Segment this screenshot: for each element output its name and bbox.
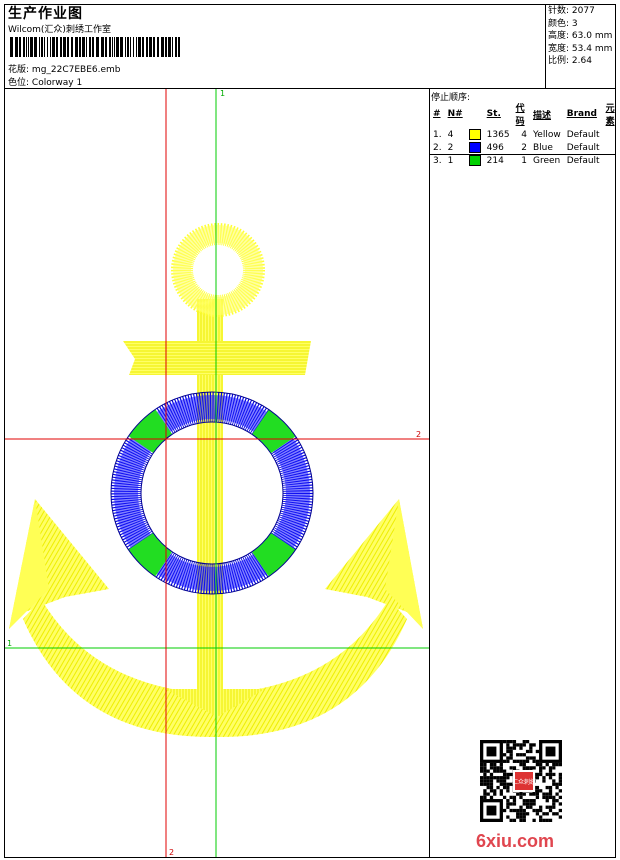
table-row: 2. 2 496 2 Blue Default: [433, 142, 600, 153]
colorway-value: Colorway 1: [31, 78, 83, 88]
color-swatch: [468, 155, 481, 166]
design-file: mg_22C7EBE6.emb: [31, 65, 121, 75]
col-code: 代码: [515, 104, 525, 127]
stat-height: 高度: 63.0 mm: [548, 31, 613, 42]
col-brand: Brand: [566, 109, 597, 119]
stats-panel: 针数: 2077 颜色: 3 高度: 63.0 mm 宽度: 53.4 mm 比…: [548, 5, 612, 68]
embroidery-canvas: 1 2 1 2: [5, 89, 429, 857]
col-index: #: [433, 109, 441, 119]
col-swatch: [466, 100, 484, 128]
table-row: 3. 1 214 1 Green Default: [433, 155, 600, 166]
watermark: 6xiu.com: [476, 831, 555, 851]
stats-divider: [545, 5, 546, 88]
table-row: 1. 4 1365 4 Yellow Default: [433, 129, 600, 140]
design-file-line: 花版: mg_22C7EBE6.emb: [8, 62, 121, 75]
sidebar-divider: [429, 88, 430, 857]
stat-width: 宽度: 53.4 mm: [548, 43, 613, 54]
colorway-label: 色位:: [8, 78, 30, 88]
guide-label-left: 1: [7, 639, 12, 648]
stat-scale: 比例: 2.64: [548, 56, 592, 67]
guide-label-right: 2: [416, 430, 421, 439]
col-element: 元素: [605, 104, 615, 127]
svg-text:汇众刺绣: 汇众刺绣: [512, 778, 536, 786]
guide-label-bottom: 2: [169, 848, 174, 857]
color-swatch: [468, 129, 481, 140]
col-needle: N#: [447, 109, 463, 119]
colorway-line: 色位: Colorway 1: [8, 75, 82, 88]
color-swatch: [468, 142, 481, 153]
design-label: 花版:: [8, 65, 30, 75]
table-header-row: # N# St. 代码 描述 Brand 元素: [430, 100, 620, 128]
page-title: 生产作业图: [8, 6, 83, 22]
studio-name: Wilcom(汇众)刺绣工作室: [8, 25, 111, 35]
col-stitches: St.: [486, 109, 501, 119]
barcode-icon: [10, 37, 180, 57]
guide-label-top: 1: [220, 89, 225, 98]
stat-colors: 颜色: 3: [548, 18, 578, 29]
stop-sequence-table: # N# St. 代码 描述 Brand 元素 1. 4 1365 4 Yellow…: [430, 100, 620, 167]
qr-code-icon: 汇众刺绣: [480, 740, 562, 822]
col-desc: 描述: [532, 110, 551, 121]
stat-stitches: 针数: 2077: [548, 6, 595, 16]
